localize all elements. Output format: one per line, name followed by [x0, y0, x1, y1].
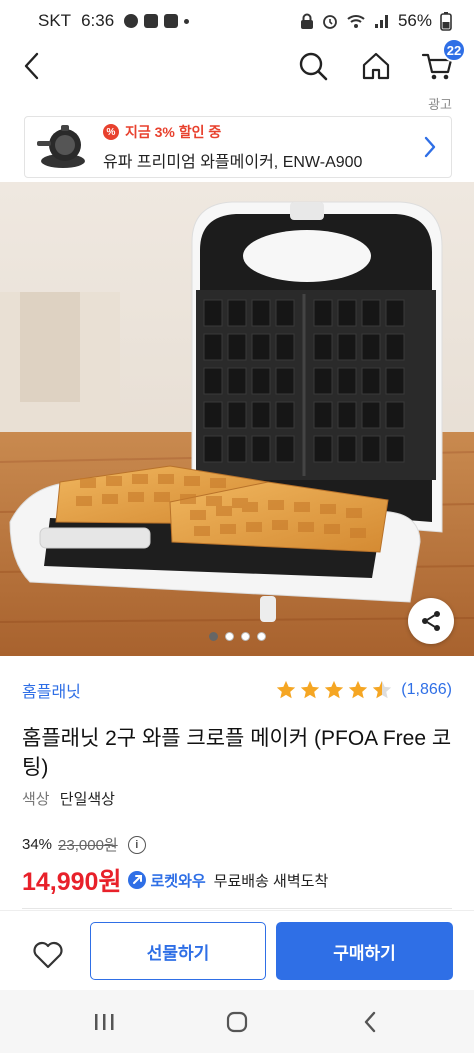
ad-thumbnail: [31, 118, 95, 176]
ad-open-button[interactable]: [415, 127, 445, 167]
ad-promo: % 지금 3% 할인 중: [103, 122, 415, 142]
carousel-dot[interactable]: [224, 632, 234, 641]
star-full-icon: [301, 680, 320, 699]
star-full-icon: [277, 680, 296, 699]
product-image[interactable]: [0, 182, 474, 656]
review-count[interactable]: (1,866): [401, 681, 452, 699]
top-navigation: [0, 42, 474, 92]
back-arrow-icon: [364, 1011, 376, 1033]
lock-icon: [300, 13, 313, 29]
product-title: 홈플래닛 2구 와플 크로플 메이커 (PFOA Free 코팅): [22, 727, 452, 779]
carousel-dot[interactable]: [208, 632, 218, 641]
price-row: 14,990원 로켓와우 무료배송 새벽도착: [22, 862, 328, 898]
info-icon[interactable]: i: [127, 835, 146, 854]
status-bar: SKT 6:36 56%: [0, 0, 474, 42]
home-button[interactable]: [356, 46, 396, 86]
carousel-dot[interactable]: [240, 632, 250, 641]
cart-count-badge: 22: [442, 38, 466, 62]
waffle-maker-thumbnail-icon: [37, 125, 85, 168]
chevron-right-icon: [424, 136, 436, 158]
star-full-icon: [349, 680, 368, 699]
bottom-action-bar: 선물하기 구매하기: [0, 910, 474, 990]
divider: [22, 908, 452, 909]
home-system-button[interactable]: [217, 1004, 257, 1040]
recent-apps-button[interactable]: [84, 1004, 124, 1040]
option-label: 색상: [22, 791, 50, 808]
carousel-dots: [0, 632, 474, 641]
talk-notification-icon: [124, 14, 139, 28]
home-circle-icon: [226, 1011, 248, 1033]
waffle-maker-photo: [0, 182, 474, 656]
back-system-button[interactable]: [350, 1004, 390, 1040]
system-navigation-bar: [0, 990, 474, 1053]
rocket-icon: [128, 871, 147, 889]
ad-label: 광고: [428, 97, 452, 112]
carrier-label: SKT: [38, 11, 72, 30]
sale-price: 14,990원: [22, 868, 122, 896]
alarm-icon: [323, 15, 337, 29]
carousel-dot[interactable]: [256, 632, 266, 641]
wifi-icon: [347, 15, 365, 28]
brand-link[interactable]: 홈플래닛: [22, 678, 81, 702]
discount-icon: %: [103, 124, 119, 140]
brand-rating-row: 홈플래닛 (1,866): [22, 678, 452, 702]
recent-apps-icon: [95, 1014, 114, 1030]
discount-rate: 34%: [22, 836, 53, 853]
delivery-text: 무료배송 새벽도착: [213, 872, 329, 890]
back-button[interactable]: [14, 48, 50, 84]
option-value: 단일색상: [59, 791, 115, 808]
original-price: 23,000원: [58, 837, 118, 854]
signal-icon: [374, 15, 388, 28]
buy-button[interactable]: 구매하기: [276, 922, 453, 980]
wishlist-button[interactable]: [26, 933, 70, 977]
option-row: 색상 단일색상: [22, 788, 115, 809]
battery-percent: 56%: [397, 11, 432, 30]
star-full-icon: [325, 680, 344, 699]
chevron-left-icon: [24, 52, 39, 80]
rating-stars[interactable]: (1,866): [275, 679, 452, 701]
rocket-label: 로켓와우: [150, 872, 206, 890]
battery-icon: [440, 12, 452, 31]
clock: 6:36: [81, 11, 115, 30]
rocket-badge: 로켓와우: [127, 870, 206, 891]
message-notification-icon: [164, 14, 179, 28]
share-icon: [422, 611, 440, 631]
search-icon: [299, 52, 328, 81]
search-button[interactable]: [293, 46, 333, 86]
ad-title: 유파 프리미엄 와플메이커, ENW-A900: [103, 154, 363, 171]
home-icon: [362, 52, 390, 80]
notification-icons: [124, 14, 190, 28]
ad-banner[interactable]: % 지금 3% 할인 중 유파 프리미엄 와플메이커, ENW-A900: [24, 116, 452, 178]
heart-icon: [33, 941, 63, 969]
more-notifications-icon: [184, 18, 190, 24]
star-half-icon: [373, 680, 392, 699]
pen-notification-icon: [144, 14, 159, 28]
ad-promo-text: 지금 3% 할인 중: [125, 124, 222, 140]
share-button[interactable]: [408, 598, 454, 644]
discount-row: 34% 23,000원 i: [22, 834, 146, 855]
gift-button[interactable]: 선물하기: [90, 922, 266, 980]
